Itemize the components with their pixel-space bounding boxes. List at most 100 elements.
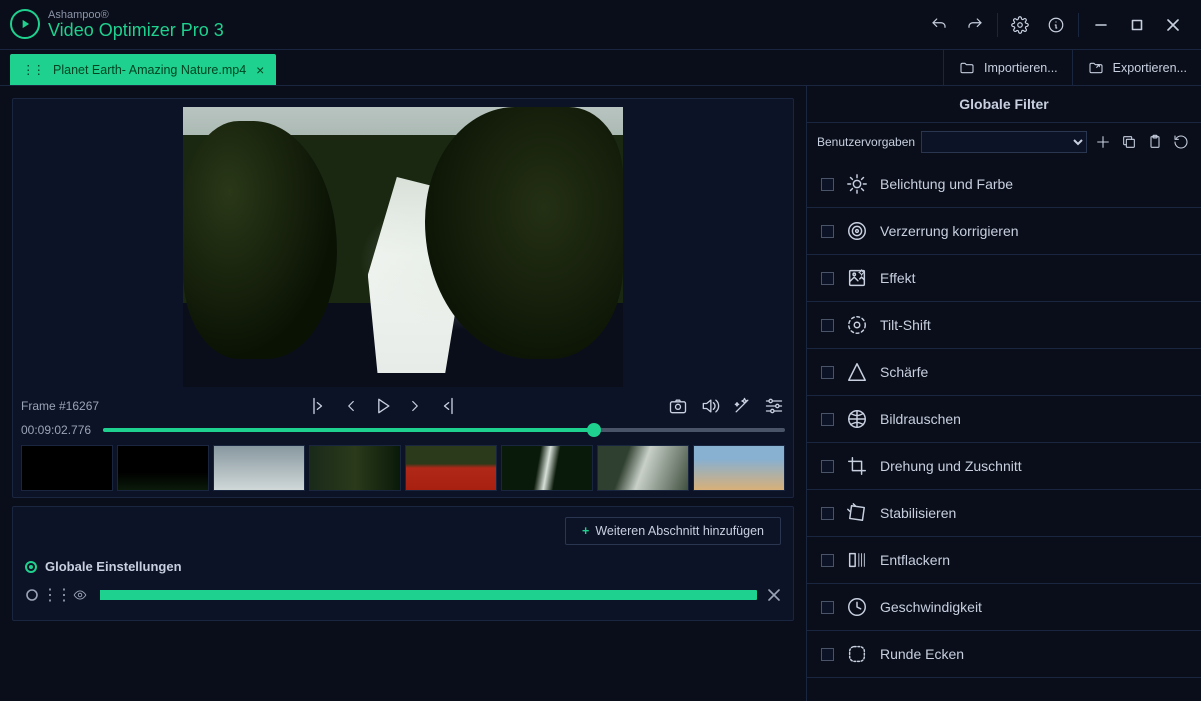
track-visibility-icon[interactable] [73, 588, 87, 602]
tab-label: Planet Earth- Amazing Nature.mp4 [53, 63, 246, 77]
magic-button[interactable] [731, 395, 753, 417]
thumbnail[interactable] [405, 445, 497, 491]
filter-label: Entflackern [880, 552, 950, 568]
filter-icon [846, 220, 868, 242]
app-title: Video Optimizer Pro 3 [48, 21, 224, 41]
filter-item[interactable]: Entflackern [807, 537, 1201, 584]
filter-item[interactable]: Effekt [807, 255, 1201, 302]
plus-icon: + [582, 524, 589, 538]
thumbnail-strip [21, 445, 785, 491]
thumbnail[interactable] [693, 445, 785, 491]
global-settings-heading[interactable]: Globale Einstellungen [25, 559, 781, 574]
filter-item[interactable]: Runde Ecken [807, 631, 1201, 678]
thumbnail[interactable] [21, 445, 113, 491]
mark-in-button[interactable] [308, 395, 330, 417]
preset-copy-button[interactable] [1119, 132, 1139, 152]
track-delete-button[interactable] [767, 588, 781, 602]
play-button[interactable] [372, 395, 394, 417]
titlebar: Ashampoo® Video Optimizer Pro 3 [0, 0, 1201, 50]
track-bar[interactable] [97, 590, 757, 600]
frame-counter: Frame #16267 [21, 399, 99, 413]
brand-label: Ashampoo® [48, 9, 224, 21]
info-button[interactable] [1038, 0, 1074, 50]
preset-add-button[interactable] [1093, 132, 1113, 152]
filter-item[interactable]: Drehung und Zuschnitt [807, 443, 1201, 490]
filter-item[interactable]: Geschwindigkeit [807, 584, 1201, 631]
filter-item[interactable]: Schärfe [807, 349, 1201, 396]
add-section-button[interactable]: + Weiteren Abschnitt hinzufügen [565, 517, 781, 545]
preview-panel: Frame #16267 00:09:02.776 [12, 98, 794, 498]
radio-active-icon [25, 561, 37, 573]
filter-checkbox[interactable] [821, 554, 834, 567]
filter-label: Runde Ecken [880, 646, 964, 662]
filter-label: Verzerrung korrigieren [880, 223, 1019, 239]
filter-checkbox[interactable] [821, 225, 834, 238]
app-logo: Ashampoo® Video Optimizer Pro 3 [10, 9, 224, 41]
snapshot-button[interactable] [667, 395, 689, 417]
filter-icon [846, 361, 868, 383]
preset-paste-button[interactable] [1145, 132, 1165, 152]
timeline-slider[interactable] [103, 428, 785, 432]
filter-icon [846, 408, 868, 430]
filter-checkbox[interactable] [821, 460, 834, 473]
filter-item[interactable]: Belichtung und Farbe [807, 161, 1201, 208]
filter-checkbox[interactable] [821, 272, 834, 285]
prev-frame-button[interactable] [340, 395, 362, 417]
filters-panel: Globale Filter Benutzervorgaben Belichtu… [806, 86, 1201, 701]
next-frame-button[interactable] [404, 395, 426, 417]
filter-icon [846, 596, 868, 618]
filter-label: Stabilisieren [880, 505, 956, 521]
redo-button[interactable] [957, 0, 993, 50]
filter-checkbox[interactable] [821, 507, 834, 520]
filter-label: Schärfe [880, 364, 928, 380]
panel-title: Globale Filter [807, 86, 1201, 123]
mark-out-button[interactable] [436, 395, 458, 417]
minimize-button[interactable] [1083, 0, 1119, 50]
tab-close-button[interactable]: × [256, 62, 264, 78]
filter-checkbox[interactable] [821, 648, 834, 661]
timecode: 00:09:02.776 [21, 423, 93, 437]
tabbar: ⋮⋮ Planet Earth- Amazing Nature.mp4 × Im… [0, 50, 1201, 86]
filter-checkbox[interactable] [821, 601, 834, 614]
adjust-button[interactable] [763, 395, 785, 417]
filter-checkbox[interactable] [821, 413, 834, 426]
filter-label: Tilt-Shift [880, 317, 931, 333]
filter-icon [846, 314, 868, 336]
import-button[interactable]: Importieren... [943, 50, 1072, 85]
preset-reset-button[interactable] [1171, 132, 1191, 152]
filter-label: Belichtung und Farbe [880, 176, 1013, 192]
filter-checkbox[interactable] [821, 178, 834, 191]
filter-item[interactable]: Bildrauschen [807, 396, 1201, 443]
file-tab[interactable]: ⋮⋮ Planet Earth- Amazing Nature.mp4 × [10, 54, 276, 85]
thumbnail[interactable] [501, 445, 593, 491]
maximize-button[interactable] [1119, 0, 1155, 50]
filter-item[interactable]: Stabilisieren [807, 490, 1201, 537]
filter-label: Effekt [880, 270, 916, 286]
audio-button[interactable] [699, 395, 721, 417]
filter-item[interactable]: Tilt-Shift [807, 302, 1201, 349]
thumbnail[interactable] [309, 445, 401, 491]
thumbnail[interactable] [213, 445, 305, 491]
filter-icon [846, 549, 868, 571]
presets-label: Benutzervorgaben [817, 135, 915, 149]
filter-label: Drehung und Zuschnitt [880, 458, 1022, 474]
close-button[interactable] [1155, 0, 1191, 50]
presets-select[interactable] [921, 131, 1087, 153]
settings-button[interactable] [1002, 0, 1038, 50]
export-button[interactable]: Exportieren... [1072, 50, 1201, 85]
filter-icon [846, 267, 868, 289]
filter-checkbox[interactable] [821, 366, 834, 379]
track-drag-icon[interactable]: ⋮⋮ [49, 588, 63, 602]
filter-label: Geschwindigkeit [880, 599, 982, 615]
export-icon [1087, 60, 1105, 76]
filter-item[interactable]: Verzerrung korrigieren [807, 208, 1201, 255]
track-radio[interactable] [25, 588, 39, 602]
play-logo-icon [10, 9, 40, 39]
filter-checkbox[interactable] [821, 319, 834, 332]
undo-button[interactable] [921, 0, 957, 50]
thumbnail[interactable] [597, 445, 689, 491]
drag-handle-icon: ⋮⋮ [22, 62, 43, 77]
video-preview[interactable] [183, 107, 623, 387]
thumbnail[interactable] [117, 445, 209, 491]
filter-icon [846, 643, 868, 665]
